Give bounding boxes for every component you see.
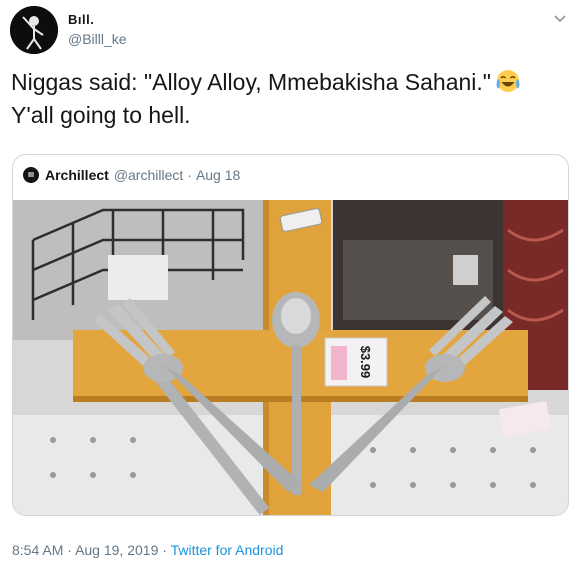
- avatar[interactable]: [10, 6, 58, 54]
- tweet-source-link[interactable]: Twitter for Android: [171, 542, 284, 558]
- price-tag-text: $3.99: [358, 346, 373, 379]
- display-name[interactable]: Bıll.: [68, 12, 94, 27]
- quoted-handle[interactable]: @archillect: [114, 167, 183, 183]
- chevron-down-icon[interactable]: [553, 12, 567, 26]
- tweet-text: Niggas said: "Alloy Alloy, Mmebakisha Sa…: [11, 68, 571, 130]
- tweet-text-line1: Niggas said: "Alloy Alloy, Mmebakisha Sa…: [11, 69, 491, 95]
- separator-dot: ·: [162, 542, 167, 558]
- tweet-metadata: 8:54 AM · Aug 19, 2019 · Twitter for And…: [12, 542, 283, 558]
- quoted-tweet-header: III Archillect @archillect · Aug 18: [23, 165, 240, 185]
- skeleton-avatar-icon: [10, 6, 58, 54]
- separator-dot: ·: [67, 542, 72, 558]
- separator-dot: ·: [187, 167, 192, 183]
- quoted-photo[interactable]: $3.99: [13, 200, 568, 515]
- quoted-tweet[interactable]: III Archillect @archillect · Aug 18 $3.9…: [12, 154, 569, 516]
- tweet: Bıll. @Billl_ke Niggas said: "Alloy Allo…: [0, 0, 579, 564]
- user-handle[interactable]: @Billl_ke: [68, 31, 127, 47]
- quoted-display-name[interactable]: Archillect: [45, 167, 109, 183]
- face-with-tears-of-joy-icon: [495, 68, 521, 101]
- tweet-date[interactable]: Aug 19, 2019: [75, 542, 158, 558]
- quoted-avatar[interactable]: III: [23, 167, 39, 183]
- tweet-text-line2: Y'all going to hell.: [11, 102, 191, 128]
- quoted-date[interactable]: Aug 18: [196, 167, 240, 183]
- tweet-time[interactable]: 8:54 AM: [12, 542, 63, 558]
